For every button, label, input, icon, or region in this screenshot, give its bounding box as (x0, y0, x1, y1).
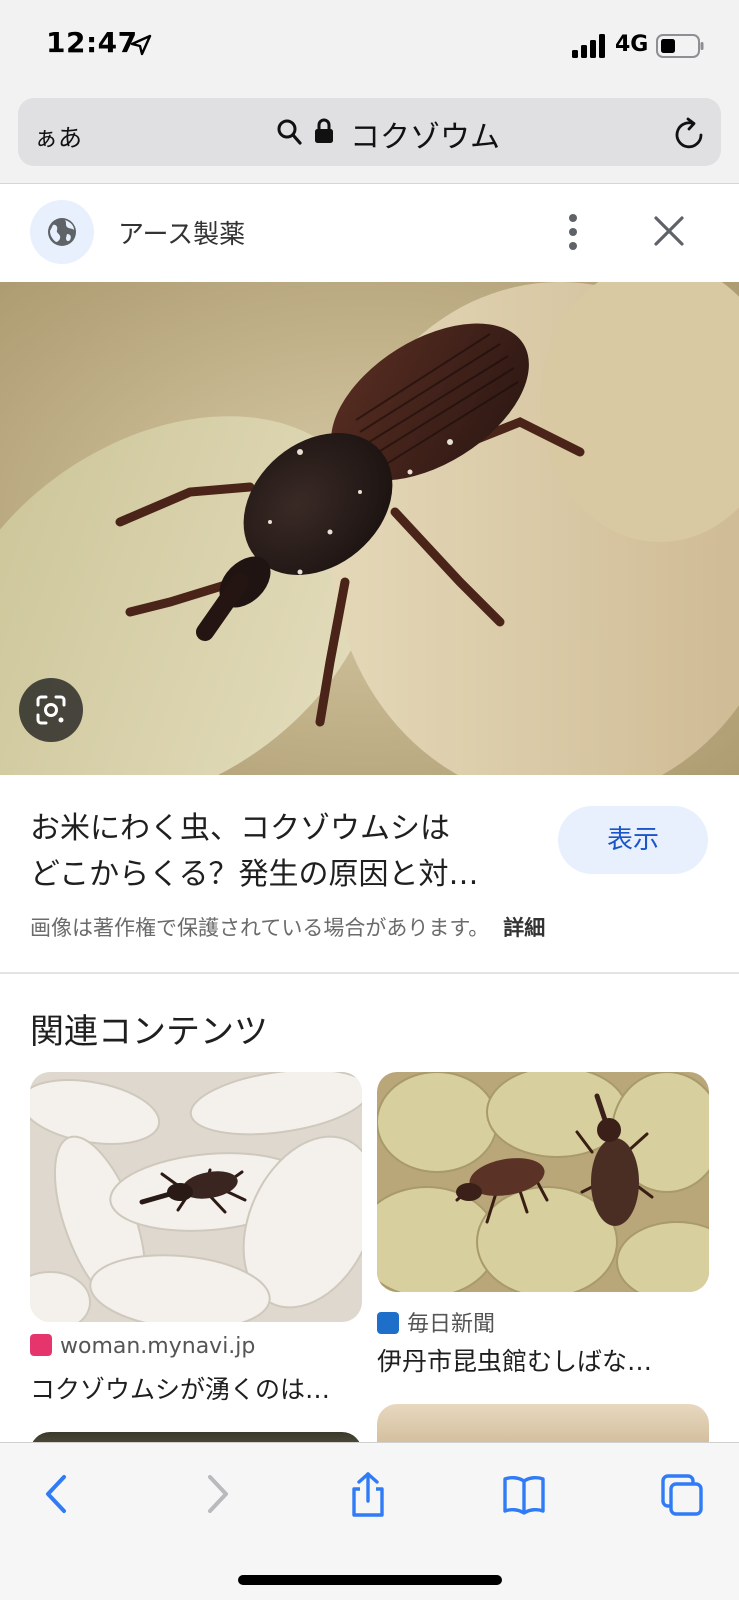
tabs-icon[interactable] (660, 1471, 704, 1517)
address-bar[interactable]: ぁあ コクゾウム (18, 98, 721, 166)
status-bar: 12:47 4G (0, 0, 739, 92)
source-name[interactable]: アース製薬 (118, 214, 245, 251)
text-size-button[interactable]: ぁあ (34, 118, 82, 153)
bottom-toolbar (0, 1442, 739, 1600)
weevil-photo (0, 282, 739, 775)
result-title-line: お米にわく虫、コクゾウムシは (30, 811, 450, 846)
globe-icon (48, 218, 76, 246)
related-image-2[interactable] (377, 1072, 709, 1292)
back-icon[interactable] (36, 1471, 80, 1517)
related-title-1[interactable]: コクゾウムシが湧くのは… (30, 1370, 330, 1406)
visit-button[interactable]: 表示 (558, 806, 708, 874)
forward-icon[interactable] (194, 1471, 238, 1517)
section-divider (0, 972, 739, 974)
related-title-2[interactable]: 伊丹市昆虫館むしばな… (377, 1342, 652, 1378)
lock-icon (315, 118, 333, 143)
result-title[interactable]: お米にわく虫、コクゾウムシは どこからくる？発生の原因と対… (30, 806, 540, 898)
related-source-2[interactable]: 毎日新聞 (377, 1306, 495, 1338)
mainichi-favicon-icon (377, 1312, 399, 1334)
url-text[interactable]: コクゾウム (350, 112, 500, 156)
bookmarks-icon[interactable] (502, 1471, 546, 1517)
mynavi-favicon-icon (30, 1334, 52, 1356)
copyright-notice: 画像は著作権で保護されている場合があります。 詳細 (30, 912, 545, 942)
details-link[interactable]: 詳細 (503, 916, 545, 940)
home-indicator[interactable] (238, 1575, 502, 1585)
related-source-1[interactable]: woman.mynavi.jp (30, 1334, 255, 1359)
location-arrow-icon (130, 34, 152, 56)
share-icon[interactable] (346, 1471, 390, 1517)
source-favicon (30, 200, 94, 264)
related-heading: 関連コンテンツ (30, 1012, 268, 1052)
related-image-1[interactable] (30, 1072, 362, 1322)
weevils-on-rice-photo (377, 1072, 709, 1292)
address-bar-container: ぁあ コクゾウム (0, 92, 739, 184)
reload-icon[interactable] (674, 116, 706, 150)
rice-weevil-photo (30, 1072, 362, 1322)
image-source-row: アース製薬 (0, 184, 739, 282)
lens-search-icon (36, 695, 66, 725)
network-type: 4G (615, 32, 649, 57)
more-vertical-icon[interactable] (566, 212, 580, 252)
battery-icon (656, 34, 704, 58)
result-title-line: どこからくる？発生の原因と対… (30, 857, 479, 892)
result-image[interactable] (0, 282, 739, 775)
close-icon[interactable] (652, 214, 686, 248)
related-source-label: 毎日新聞 (407, 1312, 496, 1337)
lens-button[interactable] (19, 678, 83, 742)
related-source-label: woman.mynavi.jp (60, 1334, 256, 1359)
copyright-text: 画像は著作権で保護されている場合があります。 (30, 916, 490, 940)
cell-signal-icon (572, 34, 605, 58)
status-time: 12:47 (46, 26, 138, 59)
search-icon (277, 119, 302, 145)
